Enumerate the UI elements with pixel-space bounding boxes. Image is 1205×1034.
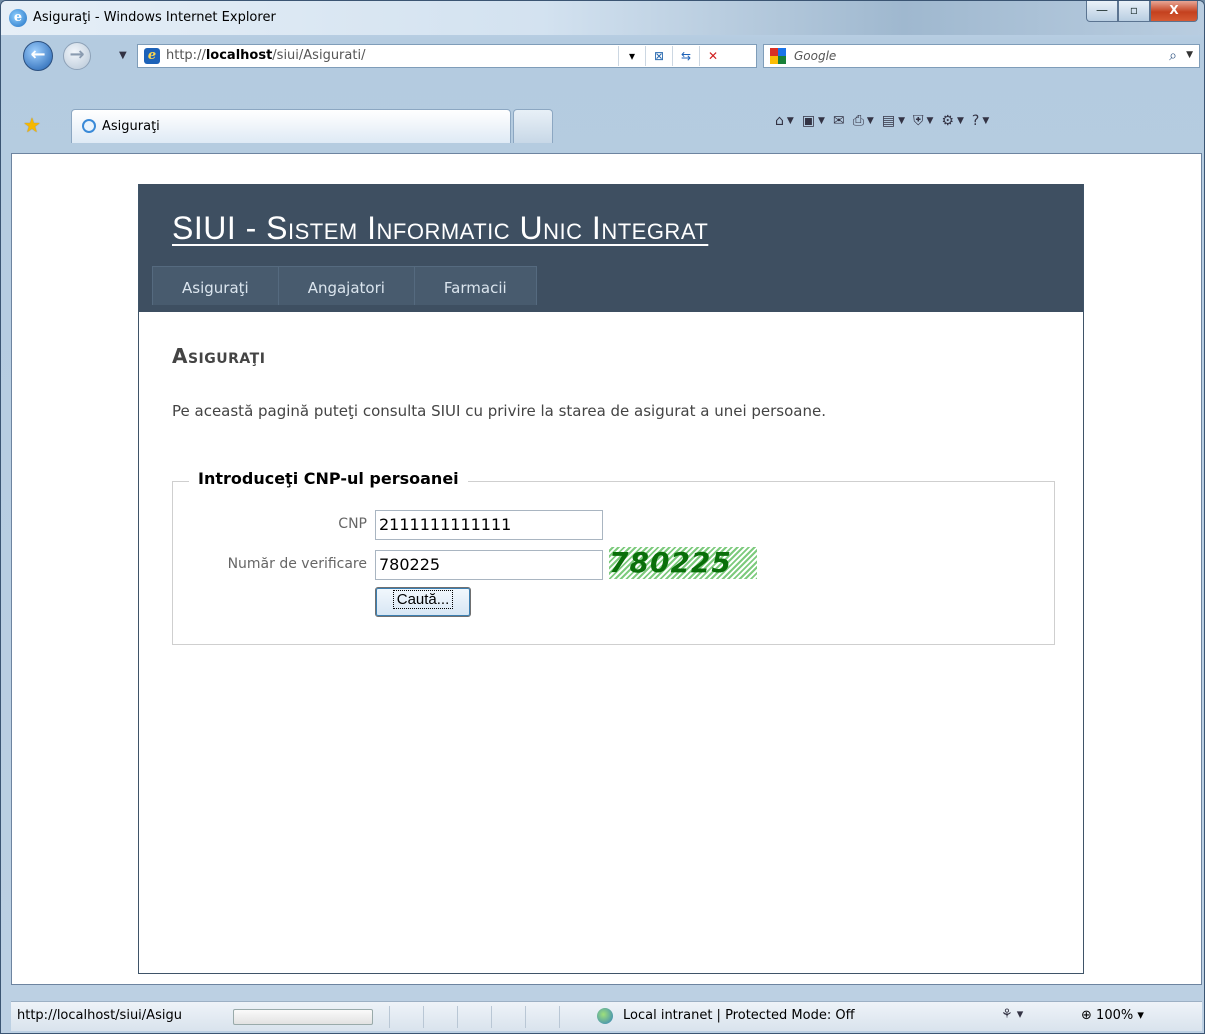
new-tab-button[interactable] <box>513 109 553 143</box>
menu-item-angajatori[interactable]: Angajatori <box>277 266 414 305</box>
fieldset-legend: Introduceţi CNP-ul persoanei <box>189 469 468 488</box>
back-button[interactable]: ← <box>23 41 53 71</box>
compatibility-view-icon[interactable]: ⊠ <box>645 46 672 66</box>
recent-pages-dropdown[interactable]: ▼ <box>119 50 127 61</box>
mail-icon: ✉ <box>832 113 845 129</box>
cnp-input[interactable]: 2111111111111 <box>375 510 603 540</box>
window-title: Asiguraţi - Windows Internet Explorer <box>33 10 276 25</box>
address-text[interactable]: http://localhost/siui/Asigurati/ <box>166 48 365 63</box>
loading-icon <box>82 119 96 133</box>
search-options-icon[interactable]: ▼ <box>1186 50 1193 60</box>
tools-menu-button[interactable]: ⚙ ▼ <box>941 113 963 129</box>
status-bar: http://localhost/siui/Asigu Local intran… <box>11 1001 1202 1031</box>
address-prefix: http:// <box>166 48 206 63</box>
intranet-zone-icon <box>597 1008 613 1024</box>
gear-icon: ⚙ <box>941 113 954 129</box>
address-row: ← → ▼ e http://localhost/siui/Asigurati/… <box>1 39 1204 71</box>
zoom-level[interactable]: ⊕ 100% ▾ <box>1081 1008 1144 1023</box>
maximize-button[interactable]: ▫ <box>1118 1 1150 22</box>
page-menu-icon: ▤ <box>881 113 896 129</box>
address-host: localhost <box>205 48 273 63</box>
site-page: SIUI - Sistem Informatic Unic Integrat A… <box>138 184 1084 974</box>
cnp-label: CNP <box>338 516 367 532</box>
search-button-label: Caută... <box>392 590 454 609</box>
feeds-icon: ▣ <box>801 113 816 129</box>
verification-input[interactable]: 780225 <box>375 550 603 580</box>
menu-item-farmacii[interactable]: Farmacii <box>413 266 537 305</box>
progress-bar <box>233 1009 373 1025</box>
address-bar[interactable]: e http://localhost/siui/Asigurati/ ▾ ⊠ ⇆… <box>137 44 757 68</box>
search-placeholder: Google <box>794 49 837 63</box>
captcha-image: 780225 <box>609 547 757 579</box>
minimize-button[interactable]: — <box>1086 1 1118 22</box>
close-button[interactable]: X <box>1150 1 1198 22</box>
status-divider <box>457 1006 458 1028</box>
help-icon: ? <box>971 113 980 129</box>
status-divider <box>491 1006 492 1028</box>
stop-icon[interactable]: ✕ <box>699 46 726 66</box>
page-icon: e <box>144 48 160 64</box>
status-url: http://localhost/siui/Asigu <box>17 1008 182 1023</box>
popup-blocker-icon[interactable]: ⚘ ▾ <box>1001 1007 1023 1022</box>
intro-text: Pe această pagină puteţi consulta SIUI c… <box>172 402 826 420</box>
search-button[interactable]: Caută... <box>375 587 471 617</box>
print-button[interactable]: ⎙ ▼ <box>853 113 874 129</box>
menu-item-asigurati[interactable]: Asiguraţi <box>152 266 278 305</box>
tab-row: ★ Asiguraţi ⌂ ▼ ▣ ▼ ✉ ⎙ ▼ ▤ ▼ ⛨ ▼ ⚙ ▼ ? ▼ <box>1 105 1204 153</box>
page-heading: Asiguraţi <box>172 344 266 368</box>
cnp-fieldset: Introduceţi CNP-ul persoanei CNP 2111111… <box>172 469 1055 645</box>
search-box[interactable]: Google ⌕ ▼ <box>763 44 1200 68</box>
favorites-star-icon[interactable]: ★ <box>23 113 41 137</box>
shield-icon: ⛨ <box>912 113 924 129</box>
address-path: /siui/Asigurati/ <box>272 48 366 63</box>
browser-window: e Asiguraţi - Windows Internet Explorer … <box>0 0 1205 1034</box>
site-header: SIUI - Sistem Informatic Unic Integrat A… <box>139 184 1083 312</box>
title-bar: e Asiguraţi - Windows Internet Explorer … <box>1 1 1204 35</box>
tab-asigurati[interactable]: Asiguraţi <box>71 109 511 143</box>
main-menu: Asiguraţi Angajatori Farmacii <box>152 266 537 305</box>
site-title[interactable]: SIUI - Sistem Informatic Unic Integrat <box>172 210 708 247</box>
print-icon: ⎙ <box>852 113 864 129</box>
zoom-value: 100% <box>1096 1008 1134 1023</box>
safety-menu-button[interactable]: ⛨ ▼ <box>913 113 933 129</box>
status-divider <box>559 1006 560 1028</box>
page-menu-button[interactable]: ▤ ▼ <box>882 113 905 129</box>
forward-button[interactable]: → <box>63 42 91 70</box>
verification-label: Număr de verificare <box>227 556 367 572</box>
mail-button[interactable]: ✉ <box>833 113 845 129</box>
google-icon <box>770 48 786 64</box>
address-dropdown-icon[interactable]: ▾ <box>618 46 645 66</box>
home-icon: ⌂ <box>775 113 784 129</box>
feeds-button[interactable]: ▣ ▼ <box>802 113 825 129</box>
status-divider <box>389 1006 390 1028</box>
home-button[interactable]: ⌂ ▼ <box>775 113 794 129</box>
security-zone[interactable]: Local intranet | Protected Mode: Off <box>623 1008 855 1023</box>
page-viewport: SIUI - Sistem Informatic Unic Integrat A… <box>11 153 1202 985</box>
status-divider <box>423 1006 424 1028</box>
tab-label: Asiguraţi <box>102 119 160 134</box>
refresh-icon[interactable]: ⇆ <box>672 46 699 66</box>
ie-logo-icon: e <box>9 9 27 27</box>
search-icon[interactable]: ⌕ <box>1169 48 1177 64</box>
address-tools: ▾ ⊠ ⇆ ✕ <box>618 46 726 66</box>
status-divider <box>525 1006 526 1028</box>
zoom-icon: ⊕ <box>1081 1008 1092 1023</box>
window-controls: — ▫ X <box>1086 1 1198 22</box>
help-menu-button[interactable]: ? ▼ <box>972 113 989 129</box>
command-bar: ⌂ ▼ ▣ ▼ ✉ ⎙ ▼ ▤ ▼ ⛨ ▼ ⚙ ▼ ? ▼ <box>775 113 989 129</box>
